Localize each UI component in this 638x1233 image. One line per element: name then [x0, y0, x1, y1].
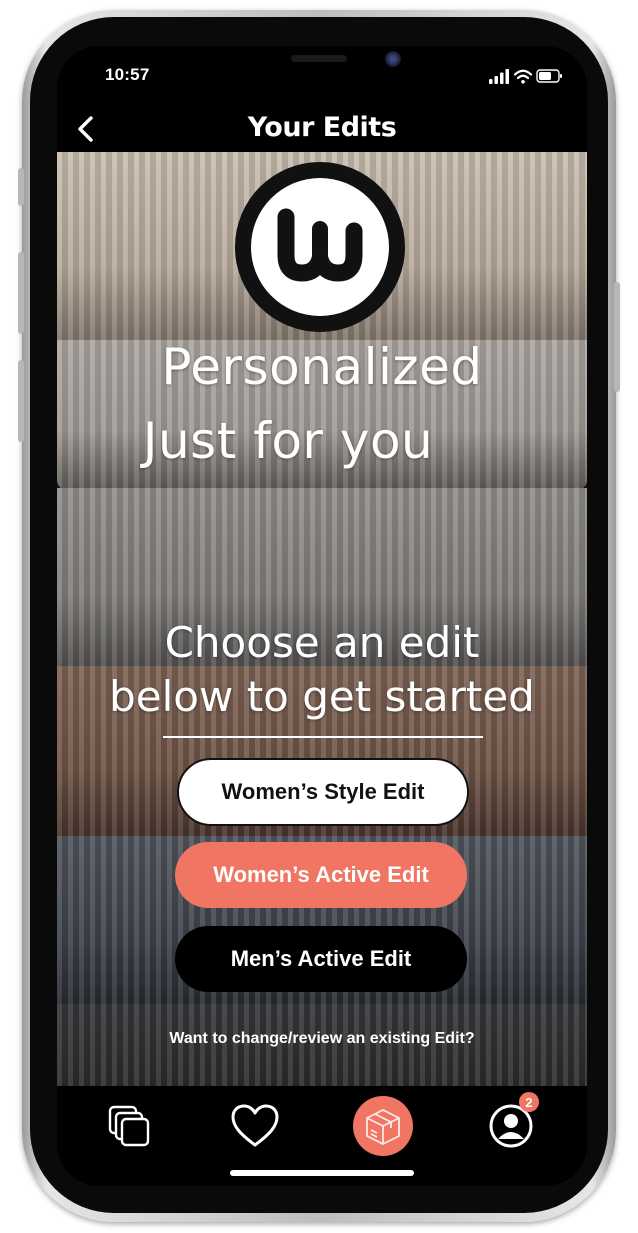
mens-active-edit-button[interactable]: Men’s Active Edit [175, 926, 467, 992]
status-icons [489, 67, 563, 90]
home-indicator[interactable] [230, 1170, 414, 1176]
volume-down-button [18, 360, 24, 442]
tab-favorites[interactable] [225, 1096, 285, 1156]
active-tab-highlight [353, 1096, 413, 1156]
subheading-line-2: below to get started [109, 672, 535, 721]
logo-inner-circle [251, 178, 389, 316]
tab-collections[interactable] [99, 1096, 159, 1156]
volume-up-button [18, 252, 24, 334]
battery-icon [536, 69, 562, 83]
stacked-cards-icon [108, 1105, 150, 1147]
screen: 10:57 Your Edits Personalized Just for y… [57, 46, 587, 1186]
heart-icon [231, 1104, 279, 1147]
change-existing-edit-link[interactable]: Want to change/review an existing Edit? [57, 1030, 587, 1048]
divider [163, 736, 483, 738]
front-camera [385, 51, 401, 67]
tab-bar: 2 [57, 1086, 587, 1186]
headline-line-2: Just for you [142, 412, 434, 470]
notch [175, 46, 469, 88]
tab-profile[interactable]: 2 [481, 1092, 541, 1156]
page-title: Your Edits [247, 112, 397, 143]
box-icon [366, 1109, 400, 1145]
navigation-bar: Your Edits [57, 106, 587, 152]
status-time: 10:57 [105, 65, 150, 84]
w-logo-icon [277, 208, 363, 282]
speaker-grille [291, 55, 347, 62]
tab-edits[interactable] [353, 1096, 413, 1156]
headline-line-1: Personalized [161, 338, 483, 396]
signal-icon [489, 69, 509, 84]
power-button [614, 282, 620, 392]
mute-switch [18, 168, 24, 206]
wifi-icon [513, 69, 533, 84]
notification-badge: 2 [519, 1092, 539, 1112]
womens-active-edit-button[interactable]: Women’s Active Edit [175, 842, 467, 908]
brand-logo [235, 162, 405, 332]
status-bar: 10:57 [57, 46, 587, 106]
hero-section: Personalized Just for you Choose an edit… [57, 152, 587, 1086]
womens-style-edit-button[interactable]: Women’s Style Edit [177, 758, 469, 826]
subheading-line-1: Choose an edit [164, 618, 480, 667]
